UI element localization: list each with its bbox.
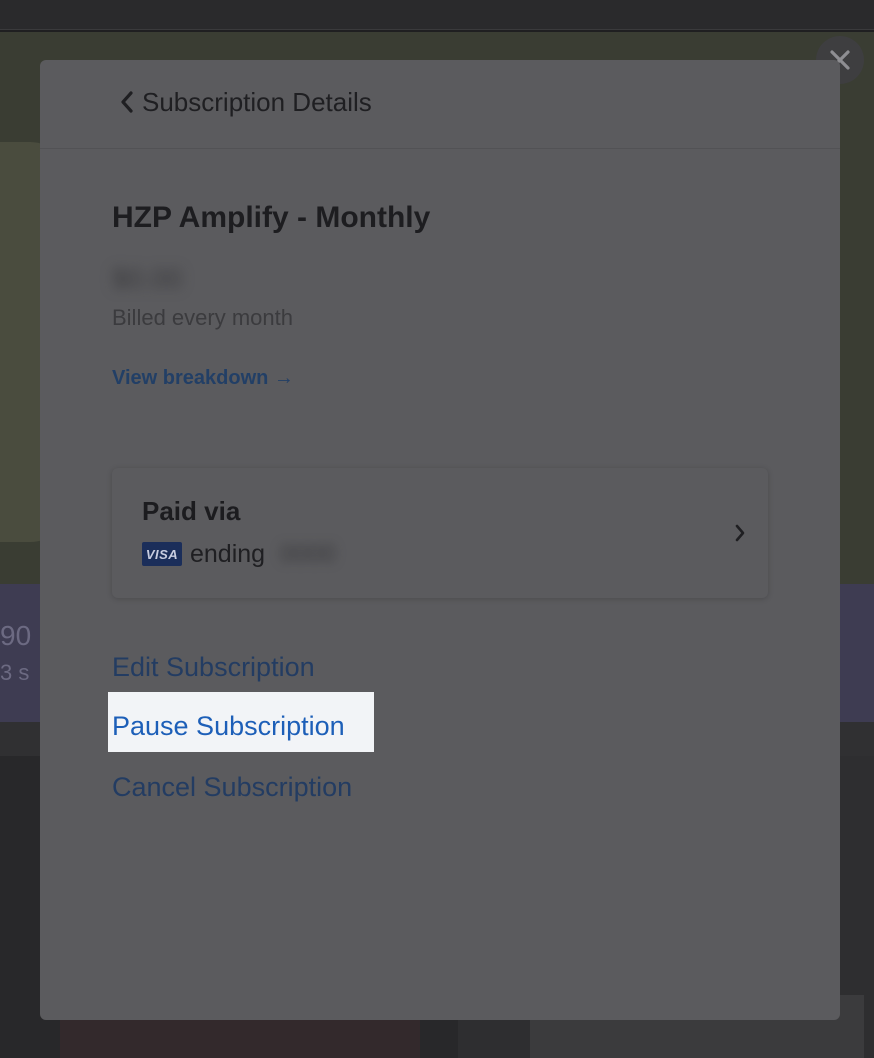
screen: 90 3 s Subscription Details HZP Amplify …: [0, 0, 874, 1058]
payment-method-card[interactable]: Paid via VISA ending 0000: [112, 468, 768, 598]
chevron-left-icon: [121, 91, 133, 113]
pause-subscription-button[interactable]: Pause Subscription: [108, 692, 374, 752]
card-last-four: 0000: [280, 540, 336, 568]
background-band-text: 90: [0, 620, 32, 651]
plan-name: HZP Amplify - Monthly: [112, 201, 431, 234]
billing-frequency: Billed every month: [112, 305, 293, 330]
modal-title: Subscription Details: [142, 87, 372, 117]
background-topbar: [0, 0, 874, 30]
cancel-subscription-link[interactable]: Cancel Subscription: [112, 767, 352, 807]
card-ending-label: ending: [190, 540, 266, 568]
pause-subscription-label: Pause Subscription: [112, 711, 345, 741]
view-breakdown-link[interactable]: View breakdown →: [112, 363, 294, 393]
background-band-subtext: 3 s: [0, 660, 30, 685]
back-button[interactable]: [112, 86, 142, 118]
subscription-details-modal: Subscription Details HZP Amplify - Month…: [40, 60, 840, 1020]
modal-header: Subscription Details: [40, 60, 840, 149]
payment-title: Paid via: [142, 496, 241, 526]
chevron-right-icon: [732, 520, 748, 546]
edit-subscription-link[interactable]: Edit Subscription: [112, 647, 315, 687]
plan-price: $0.00: [112, 263, 183, 294]
visa-card-icon: VISA: [142, 542, 182, 566]
